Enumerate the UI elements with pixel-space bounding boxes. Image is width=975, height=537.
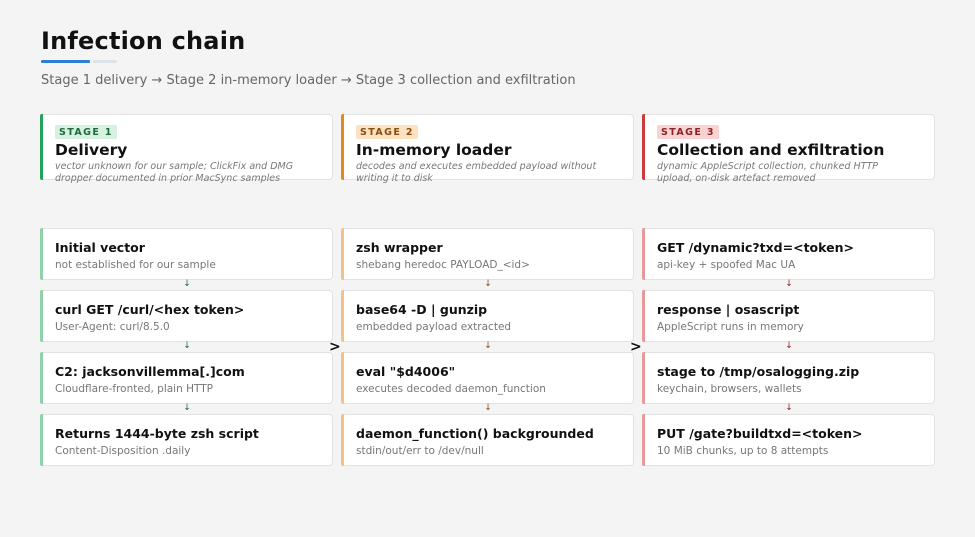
step-accent-bar bbox=[341, 352, 344, 404]
step-accent-bar bbox=[40, 414, 43, 466]
step-description: 10 MiB chunks, up to 8 attempts bbox=[657, 445, 829, 457]
step-description: keychain, browsers, wallets bbox=[657, 383, 802, 395]
flow-arrow-down-icon: ↓ bbox=[785, 341, 793, 351]
step-accent-bar bbox=[40, 290, 43, 342]
flow-arrow-down-icon: ↓ bbox=[484, 341, 492, 351]
stage-transition-arrow-icon: > bbox=[329, 339, 341, 355]
step-description: executes decoded daemon_function bbox=[356, 383, 546, 395]
step-accent-bar bbox=[642, 228, 645, 280]
stage-card-3: STAGE 3 Collection and exfiltration dynami… bbox=[642, 114, 935, 184]
stage-accent-bar bbox=[642, 114, 645, 180]
step-description: stdin/out/err to /dev/null bbox=[356, 445, 484, 457]
flow-arrow-down-icon: ↓ bbox=[183, 341, 191, 351]
stage-card-1: STAGE 1 Delivery vector unknown for our sa… bbox=[40, 114, 333, 184]
stage-accent-bar bbox=[40, 114, 43, 180]
stage-pill: STAGE 2 bbox=[356, 125, 418, 139]
stage-name: Collection and exfiltration bbox=[657, 141, 885, 159]
step-description: api-key + spoofed Mac UA bbox=[657, 259, 796, 271]
step-title: PUT /gate?buildtxd=<token> bbox=[657, 426, 863, 441]
step-card: daemon_function() backgrounded stdin/out/… bbox=[341, 414, 634, 466]
step-title: curl GET /curl/<hex token> bbox=[55, 302, 245, 317]
page-subtitle: Stage 1 delivery → Stage 2 in-memory loa… bbox=[41, 73, 576, 88]
step-card: response | osascript AppleScript runs in … bbox=[642, 290, 935, 342]
stage-pill: STAGE 3 bbox=[657, 125, 719, 139]
stage-pill: STAGE 1 bbox=[55, 125, 117, 139]
step-accent-bar bbox=[642, 414, 645, 466]
step-title: Returns 1444-byte zsh script bbox=[55, 426, 259, 441]
step-card: curl GET /curl/<hex token> User-Agent: cu… bbox=[40, 290, 333, 342]
flow-arrow-down-icon: ↓ bbox=[484, 279, 492, 289]
flow-arrow-down-icon: ↓ bbox=[484, 403, 492, 413]
step-description: Content-Disposition .daily bbox=[55, 445, 191, 457]
step-title: zsh wrapper bbox=[356, 240, 443, 255]
step-accent-bar bbox=[341, 290, 344, 342]
step-accent-bar bbox=[642, 352, 645, 404]
step-accent-bar bbox=[40, 228, 43, 280]
step-description: AppleScript runs in memory bbox=[657, 321, 804, 333]
step-title: response | osascript bbox=[657, 302, 800, 317]
flow-arrow-down-icon: ↓ bbox=[785, 279, 793, 289]
flow-arrow-down-icon: ↓ bbox=[183, 403, 191, 413]
step-card: Initial vector not established for our sa… bbox=[40, 228, 333, 280]
stage-transition-arrow-icon: > bbox=[630, 339, 642, 355]
step-description: embedded payload extracted bbox=[356, 321, 512, 333]
step-title: C2: jacksonvillemma[.]com bbox=[55, 364, 245, 379]
title-underline-accent bbox=[41, 60, 90, 63]
step-card: PUT /gate?buildtxd=<token> 10 MiB chunks,… bbox=[642, 414, 935, 466]
stage-name: Delivery bbox=[55, 141, 128, 159]
step-card: stage to /tmp/osalogging.zip keychain, br… bbox=[642, 352, 935, 404]
step-title: Initial vector bbox=[55, 240, 145, 255]
step-accent-bar bbox=[642, 290, 645, 342]
title-underline-muted bbox=[93, 60, 117, 63]
stage-card-2: STAGE 2 In-memory loader decodes and execu… bbox=[341, 114, 634, 184]
stage-description: decodes and executes embedded payload wi… bbox=[356, 161, 597, 184]
page-title: Infection chain bbox=[41, 27, 246, 55]
step-card: eval "$d4006" executes decoded daemon_fun… bbox=[341, 352, 634, 404]
step-title: daemon_function() backgrounded bbox=[356, 426, 594, 441]
stage-accent-bar bbox=[341, 114, 344, 180]
step-card: C2: jacksonvillemma[.]com Cloudflare-fron… bbox=[40, 352, 333, 404]
stage-description: dynamic AppleScript collection, chunked … bbox=[657, 161, 879, 184]
step-title: GET /dynamic?txd=<token> bbox=[657, 240, 854, 255]
step-description: Cloudflare-fronted, plain HTTP bbox=[55, 383, 213, 395]
flow-arrow-down-icon: ↓ bbox=[785, 403, 793, 413]
flow-arrow-down-icon: ↓ bbox=[183, 279, 191, 289]
step-description: shebang heredoc PAYLOAD_<id> bbox=[356, 259, 530, 271]
step-description: not established for our sample bbox=[55, 259, 216, 271]
step-card: zsh wrapper shebang heredoc PAYLOAD_<id> bbox=[341, 228, 634, 280]
step-card: GET /dynamic?txd=<token> api-key + spoofe… bbox=[642, 228, 935, 280]
step-title: base64 -D | gunzip bbox=[356, 302, 488, 317]
step-title: eval "$d4006" bbox=[356, 364, 456, 379]
stage-description: vector unknown for our sample; ClickFix … bbox=[55, 161, 294, 184]
step-accent-bar bbox=[341, 228, 344, 280]
step-description: User-Agent: curl/8.5.0 bbox=[55, 321, 170, 333]
step-accent-bar bbox=[341, 414, 344, 466]
stage-name: In-memory loader bbox=[356, 141, 512, 159]
step-card: base64 -D | gunzip embedded payload extra… bbox=[341, 290, 634, 342]
step-title: stage to /tmp/osalogging.zip bbox=[657, 364, 860, 379]
step-card: Returns 1444-byte zsh script Content-Disp… bbox=[40, 414, 333, 466]
step-accent-bar bbox=[40, 352, 43, 404]
